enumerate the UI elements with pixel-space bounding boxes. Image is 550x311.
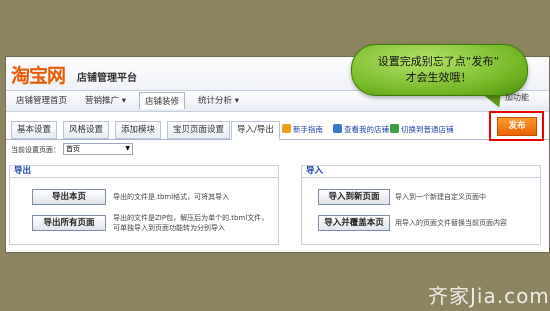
add-function-tag: 加功能 bbox=[505, 93, 529, 102]
nav-item-statistics[interactable]: 统计分析 ▾ bbox=[198, 94, 239, 106]
tab-import-export[interactable]: 导入/导出 bbox=[231, 121, 280, 140]
nav-item-marketing[interactable]: 营销推广 ▾ bbox=[85, 94, 126, 106]
nav-item-decoration[interactable]: 店铺装修 bbox=[139, 92, 186, 109]
page-select-label: 当前设置页面： bbox=[11, 146, 60, 154]
import-panel: 导入 导入到新页面 导入到一个新建自定义页面中 导入并覆盖本页 用导入的页面文件… bbox=[301, 165, 541, 245]
page-select[interactable]: 首页 ▼ bbox=[63, 143, 133, 155]
divider bbox=[10, 177, 278, 178]
import-new-page-button[interactable]: 导入到新页面 bbox=[318, 189, 390, 205]
export-page-button[interactable]: 导出本页 bbox=[32, 189, 106, 205]
export-all-desc: 导出的文件是ZIP包，解压后为单个的.tbml文件，可单独导入到页面功能转为分别… bbox=[113, 214, 269, 232]
page-select-value: 首页 bbox=[66, 145, 80, 153]
import-panel-title: 导入 bbox=[306, 166, 324, 176]
settings-tabbar: 基本设置 风格设置 添加模块 宝贝页面设置 导入/导出 新手指南 查看我的店铺 … bbox=[6, 117, 549, 140]
page-background: { "header": {"logo": "淘宝网", "subtitle": … bbox=[0, 0, 550, 311]
tab-style-settings[interactable]: 风格设置 bbox=[63, 121, 110, 139]
tab-add-module[interactable]: 添加模块 bbox=[115, 121, 162, 139]
taobao-logo[interactable]: 淘宝网 bbox=[11, 61, 66, 88]
import-overwrite-desc: 用导入的页面文件替换当前页面内容 bbox=[395, 219, 507, 227]
link-beginner-guide[interactable]: 新手指南 bbox=[282, 124, 323, 135]
export-panel-title: 导出 bbox=[14, 166, 32, 176]
tab-item-page-settings[interactable]: 宝贝页面设置 bbox=[167, 121, 231, 139]
publish-button[interactable]: 发布 bbox=[497, 117, 537, 136]
watermark: 齐家Jia.com bbox=[428, 284, 550, 308]
import-new-page-desc: 导入到一个新建自定义页面中 bbox=[395, 193, 486, 201]
callout-text: 设置完成别忘了点“发布” 才会生效哦！ bbox=[351, 54, 526, 86]
store-icon bbox=[333, 124, 342, 133]
switch-icon bbox=[390, 124, 399, 133]
nav-item-home[interactable]: 店铺管理首页 bbox=[16, 94, 67, 106]
platform-title: 店铺管理平台 bbox=[77, 73, 137, 84]
tab-basic-settings[interactable]: 基本设置 bbox=[11, 121, 58, 139]
import-overwrite-button[interactable]: 导入并覆盖本页 bbox=[318, 215, 390, 231]
callout-line-2: 才会生效哦！ bbox=[405, 71, 472, 84]
guide-icon bbox=[282, 124, 291, 133]
chevron-down-icon: ▼ bbox=[125, 145, 130, 152]
export-page-desc: 导出的文件是.tbml格式，可将其导入 bbox=[113, 193, 230, 201]
callout-line-1: 设置完成别忘了点“发布” bbox=[377, 55, 500, 68]
export-panel: 导出 导出本页 导出的文件是.tbml格式，可将其导入 导出所有页面 导出的文件… bbox=[9, 165, 279, 245]
link-view-my-store[interactable]: 查看我的店铺 bbox=[333, 124, 389, 135]
export-all-button[interactable]: 导出所有页面 bbox=[32, 215, 106, 231]
link-switch-normal-store[interactable]: 切换到普通店铺 bbox=[390, 124, 454, 135]
divider bbox=[302, 177, 540, 178]
